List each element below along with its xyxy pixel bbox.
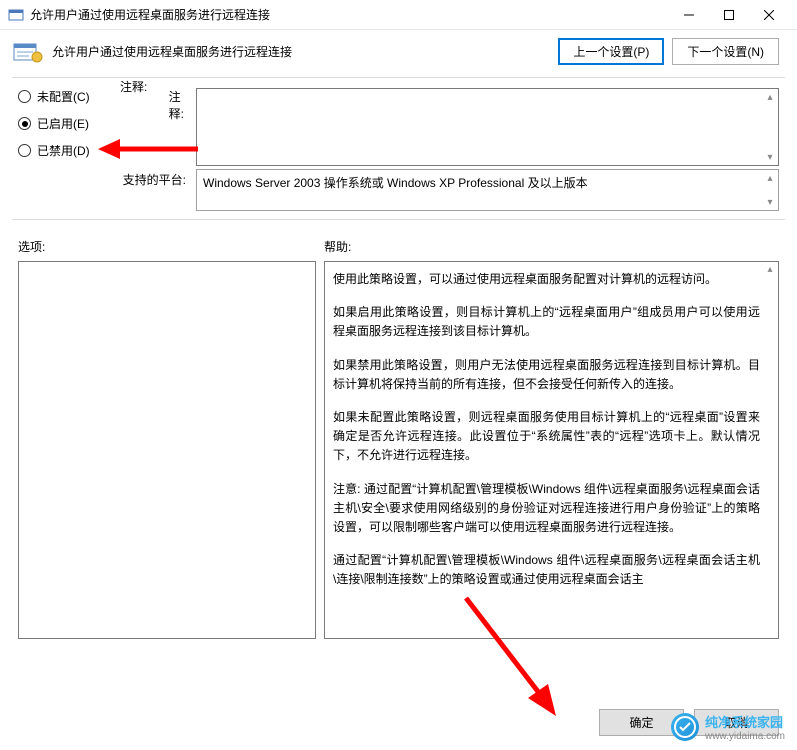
policy-title: 允许用户通过使用远程桌面服务进行远程连接 — [52, 43, 558, 60]
help-paragraph: 通过配置“计算机配置\管理模板\Windows 组件\远程桌面服务\远程桌面会话… — [333, 551, 760, 589]
window-controls — [669, 1, 789, 29]
watermark-icon — [671, 713, 699, 741]
notes-label: 注释: — [169, 88, 184, 122]
policy-icon — [12, 40, 44, 64]
chevron-up-icon: ▴ — [764, 91, 776, 103]
close-button[interactable] — [749, 1, 789, 29]
help-paragraph: 如果禁用此策略设置，则用户无法使用远程桌面服务远程连接到目标计算机。目标计算机将… — [333, 356, 760, 394]
radio-label: 已禁用(D) — [37, 142, 90, 159]
app-icon — [8, 7, 24, 23]
titlebar: 允许用户通过使用远程桌面服务进行远程连接 — [0, 0, 797, 30]
chevron-down-icon: ▾ — [764, 151, 776, 163]
header-row: 允许用户通过使用远程桌面服务进行远程连接 上一个设置(P) 下一个设置(N) — [0, 30, 797, 77]
watermark: 纯净系统家园 www.yidaima.com — [671, 712, 785, 742]
radio-icon — [18, 90, 31, 103]
chevron-up-icon: ▴ — [764, 172, 776, 184]
window-title: 允许用户通过使用远程桌面服务进行远程连接 — [30, 6, 669, 23]
radio-disabled[interactable]: 已禁用(D) — [18, 142, 196, 159]
maximize-button[interactable] — [709, 1, 749, 29]
section-labels: 选项: 帮助: — [0, 220, 797, 259]
next-setting-button[interactable]: 下一个设置(N) — [672, 38, 779, 65]
platform-row: 支持的平台: Windows Server 2003 操作系统或 Windows… — [0, 169, 797, 219]
help-panel[interactable]: 使用此策略设置，可以通过使用远程桌面服务配置对计算机的远程访问。 如果启用此策略… — [324, 261, 779, 639]
watermark-name: 纯净系统家园 — [705, 715, 783, 730]
platform-text: Windows Server 2003 操作系统或 Windows XP Pro… — [203, 176, 588, 190]
radio-label: 已启用(E) — [37, 115, 89, 132]
radio-label: 未配置(C) — [37, 88, 90, 105]
help-paragraph: 注意: 通过配置“计算机配置\管理模板\Windows 组件\远程桌面服务\远程… — [333, 480, 760, 538]
help-heading: 帮助: — [324, 238, 779, 255]
help-paragraph: 如果启用此策略设置，则目标计算机上的“远程桌面用户”组成员用户可以使用远程桌面服… — [333, 303, 760, 341]
state-radio-group: 未配置(C) 已启用(E) 已禁用(D) — [0, 78, 196, 175]
notes-label-abs: 注释: — [120, 78, 147, 95]
notes-textarea[interactable]: ▴ ▾ — [196, 88, 779, 166]
prev-setting-button[interactable]: 上一个设置(P) — [558, 38, 664, 65]
chevron-up-icon: ▴ — [764, 264, 776, 276]
radio-icon — [18, 117, 31, 130]
platform-box: Windows Server 2003 操作系统或 Windows XP Pro… — [196, 169, 779, 211]
options-panel — [18, 261, 316, 639]
nav-buttons: 上一个设置(P) 下一个设置(N) — [558, 38, 779, 65]
panels-row: 使用此策略设置，可以通过使用远程桌面服务配置对计算机的远程访问。 如果启用此策略… — [0, 259, 797, 639]
help-paragraph: 如果未配置此策略设置，则远程桌面服务使用目标计算机上的“远程桌面”设置来确定是否… — [333, 408, 760, 466]
watermark-url: www.yidaima.com — [705, 731, 785, 742]
help-paragraph: 使用此策略设置，可以通过使用远程桌面服务配置对计算机的远程访问。 — [333, 270, 760, 289]
options-heading: 选项: — [18, 238, 324, 255]
platform-label: 支持的平台: — [18, 169, 196, 211]
chevron-down-icon: ▾ — [764, 196, 776, 208]
minimize-button[interactable] — [669, 1, 709, 29]
radio-icon — [18, 144, 31, 157]
